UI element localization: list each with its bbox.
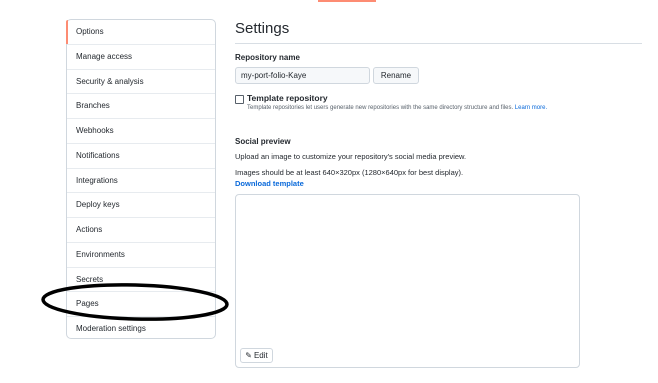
edit-preview-button[interactable]: ✎ Edit (240, 348, 273, 363)
sidebar-item-secrets[interactable]: Secrets (67, 268, 215, 293)
sidebar-item-label: Moderation settings (76, 324, 146, 333)
repo-name-input[interactable] (235, 67, 370, 84)
title-divider (235, 43, 642, 44)
template-description-text: Template repositories let users generate… (247, 105, 514, 111)
sidebar-item-moderation-settings[interactable]: Moderation settings (67, 317, 215, 342)
sidebar-item-label: Security & analysis (76, 76, 144, 86)
sidebar-item-label: Secrets (76, 274, 104, 284)
sidebar-item-actions[interactable]: Actions (67, 218, 215, 243)
social-preview-image-area (235, 194, 580, 368)
repo-name-label: Repository name (235, 53, 300, 62)
sidebar-item-webhooks[interactable]: Webhooks (67, 119, 215, 144)
sidebar-item-notifications[interactable]: Notifications (67, 144, 215, 169)
template-repository-description: Template repositories let users generate… (247, 105, 547, 111)
sidebar-item-pages[interactable]: Pages (67, 292, 215, 317)
sidebar-item-label: Branches (76, 101, 110, 111)
sidebar-item-label: Integrations (76, 175, 118, 185)
sidebar-item-environments[interactable]: Environments (67, 243, 215, 268)
sidebar-item-label: Deploy keys (76, 200, 120, 210)
image-size-note: Images should be at least 640×320px (128… (235, 168, 464, 177)
sidebar-item-label: Manage access (76, 51, 133, 61)
upload-instructions: Upload an image to customize your reposi… (235, 152, 467, 161)
sidebar-item-label: Webhooks (76, 126, 114, 135)
sidebar-item-security-analysis[interactable]: Security & analysis (67, 70, 215, 95)
top-nav-active-indicator (318, 0, 376, 2)
sidebar-item-label: Environments (76, 249, 125, 259)
sidebar-item-options[interactable]: Options (66, 20, 215, 45)
social-preview-label: Social preview (235, 137, 291, 146)
sidebar-item-label: Notifications (76, 150, 120, 160)
pencil-icon: ✎ (245, 351, 252, 360)
learn-more-link[interactable]: Learn more. (515, 105, 547, 111)
edit-button-label: Edit (253, 351, 268, 360)
sidebar-item-label: Pages (76, 299, 99, 309)
template-repository-label: Template repository (247, 93, 328, 103)
sidebar-item-deploy-keys[interactable]: Deploy keys (67, 193, 215, 218)
sidebar-item-manage-access[interactable]: Manage access (67, 45, 215, 70)
sidebar-item-branches[interactable]: Branches (67, 94, 215, 119)
template-repository-checkbox[interactable] (235, 95, 244, 104)
page-title: Settings (235, 20, 290, 37)
settings-sidebar: Options Manage access Security & analysi… (66, 19, 216, 339)
rename-button[interactable]: Rename (373, 67, 419, 84)
sidebar-item-integrations[interactable]: Integrations (67, 169, 215, 194)
download-template-link[interactable]: Download template (235, 179, 304, 188)
sidebar-item-label: Actions (76, 225, 103, 234)
sidebar-item-label: Options (76, 27, 104, 36)
